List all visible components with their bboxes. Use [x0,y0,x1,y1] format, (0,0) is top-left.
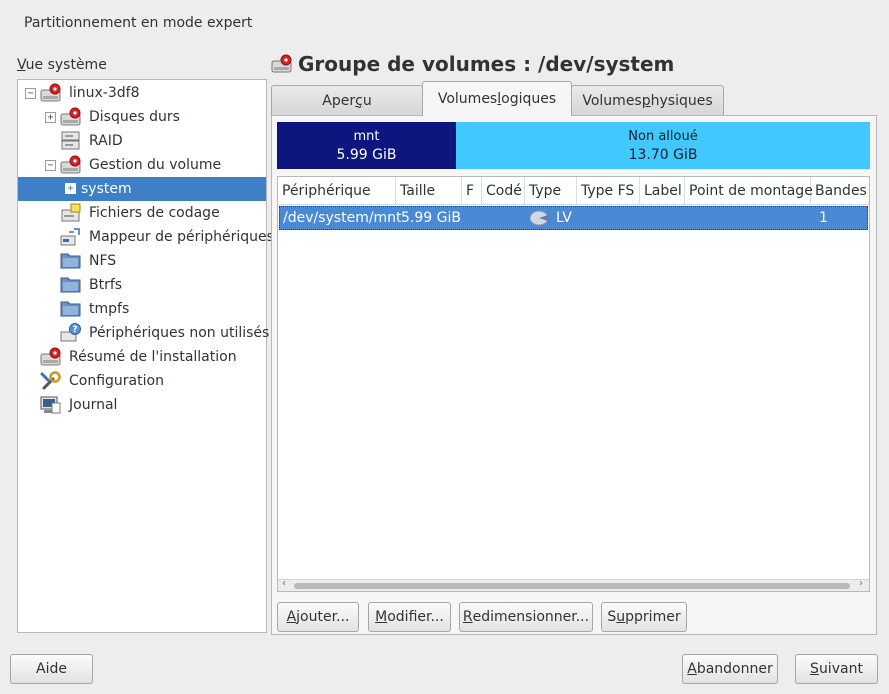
edit-button[interactable]: Modifier... [368,602,451,632]
column-header-f[interactable]: F [462,177,482,205]
tree-item-label: system [81,181,132,197]
journal-icon [40,395,62,415]
help-button[interactable]: Aide [10,654,93,684]
nfs-folder-icon [60,251,82,271]
usage-segment-name: mnt [353,128,380,144]
btrfs-folder-icon [60,275,82,295]
tree-item-label: Disques durs [89,109,180,125]
cell-stripes: 1 [819,210,828,226]
tab-overview[interactable]: Aper ç u [271,85,423,115]
tree-item-label: linux-3df8 [69,85,140,101]
tree-item-system[interactable]: + system [18,177,266,201]
lv-icon [529,209,549,234]
column-header-fs-type[interactable]: Type FS [577,177,640,205]
table-header: Périphérique Taille F Codé Type Type FS … [278,177,869,205]
column-header-label[interactable]: Label [640,177,685,205]
tree-item-nfs[interactable]: NFS [18,249,266,273]
tree-item-label: Btrfs [89,277,123,293]
svg-text:?: ? [72,325,77,335]
usage-segment-mnt: mnt 5.99 GiB [277,122,456,169]
tmpfs-folder-icon [60,299,82,319]
usage-segment-size: 5.99 GiB [336,146,397,163]
tree-item-volume-management[interactable]: − Gestion du volume [18,153,266,177]
volume-management-icon [60,155,82,175]
column-header-size[interactable]: Taille [396,177,462,205]
tree-item-label: Fichiers de codage [89,205,220,221]
dialog-title: Partitionnement en mode expert [24,15,253,31]
hard-disk-icon [40,83,62,103]
tree-item-label: Journal [69,397,118,413]
tab-physical-volumes[interactable]: Volumes p hysiques [571,85,724,115]
hard-disk-icon [60,107,82,127]
tree-item-linux-3df8[interactable]: − linux-3df8 [18,81,266,105]
usage-segment-unallocated: Non alloué 13.70 GiB [456,122,870,169]
tree-item-label: Mappeur de périphériques [89,229,274,245]
tree-item-raid[interactable]: RAID [18,129,266,153]
tree-item-label: tmpfs [89,301,130,317]
tree-item-journal[interactable]: Journal [18,393,266,417]
column-header-mount-point[interactable]: Point de montage [685,177,813,205]
tree-item-device-mapper[interactable]: Mappeur de périphériques [18,225,274,249]
column-header-stripes[interactable]: Bandes [811,177,869,205]
system-view-tree[interactable]: − linux-3df8 + Disques durs RAID − Gesti… [17,79,274,633]
add-button[interactable]: Ajouter... [277,602,359,632]
crypt-files-icon [60,203,82,223]
tree-item-tmpfs[interactable]: tmpfs [18,297,266,321]
tree-item-label: RAID [89,133,123,149]
installation-summary-icon [40,347,62,367]
volume-group-icon [271,54,293,74]
tree-item-label: Gestion du volume [89,157,222,173]
column-header-encrypted[interactable]: Codé [482,177,525,205]
volume-group-title: Groupe de volumes : /dev/system [298,52,675,76]
device-mapper-icon [60,227,82,247]
logical-volumes-table[interactable]: Périphérique Taille F Codé Type Type FS … [277,176,870,592]
collapse-icon[interactable]: − [45,160,56,171]
delete-button[interactable]: Su pprimer [601,602,687,632]
collapse-icon[interactable]: − [25,88,36,99]
tree-item-configuration[interactable]: Configuration [18,369,266,393]
scroll-left-icon[interactable]: ‹ [282,578,286,589]
scrollbar-thumb[interactable] [294,583,850,589]
tree-item-label: NFS [89,253,117,269]
resize-button[interactable]: Redimensionner... [459,602,593,632]
tree-item-btrfs[interactable]: Btrfs [18,273,266,297]
tree-item-label: Résumé de l'installation [69,349,237,365]
usage-segment-name: Non alloué [628,128,698,144]
abort-button[interactable]: Abandonner [682,654,778,684]
expand-icon[interactable]: + [45,112,56,123]
table-row[interactable]: /dev/system/mnt 5.99 GiB LV 1 [279,206,868,230]
next-button[interactable]: Suivant [795,654,878,684]
scroll-right-icon[interactable]: › [859,578,863,589]
expand-icon[interactable]: + [65,183,76,194]
tree-item-unused-devices[interactable]: ? Périphériques non utilisés [18,321,270,345]
usage-segment-size: 13.70 GiB [628,146,698,163]
cell-type-label: LV [556,210,572,226]
tab-logical-volumes[interactable]: Volumes l ogiques [422,81,572,116]
column-header-type[interactable]: Type [525,177,577,205]
horizontal-scrollbar[interactable]: ‹ › [278,578,869,591]
cell-size: 5.99 GiB [401,210,461,226]
tree-item-label: Configuration [69,373,164,389]
tree-item-installation-summary[interactable]: Résumé de l'installation [18,345,266,369]
configuration-icon [40,371,62,391]
tree-item-hard-disks[interactable]: + Disques durs [18,105,266,129]
tree-item-crypt-files[interactable]: Fichiers de codage [18,201,266,225]
unused-devices-icon: ? [60,323,82,343]
raid-icon [60,131,82,151]
column-header-device[interactable]: Périphérique [278,177,396,205]
system-view-label: Vue système [17,57,107,73]
tree-item-label: Périphériques non utilisés [89,325,270,341]
cell-device: /dev/system/mnt [283,210,402,226]
